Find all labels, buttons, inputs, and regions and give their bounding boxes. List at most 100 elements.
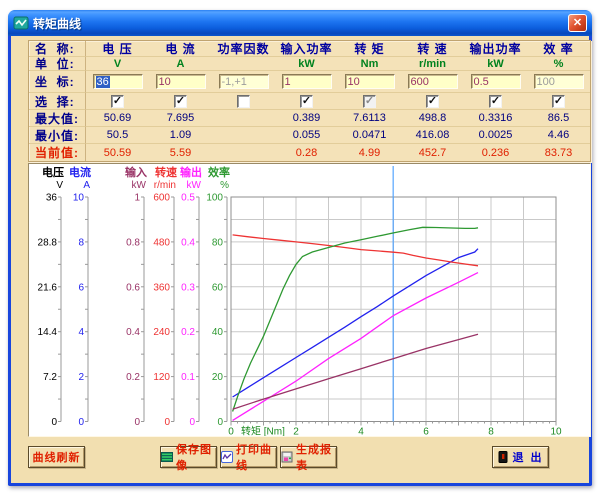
svg-text:8: 8 <box>488 427 494 437</box>
axis-name-5: 效率 <box>208 165 230 179</box>
save-image-button[interactable]: 保存图像 <box>160 446 217 468</box>
close-button[interactable]: ✕ <box>568 14 587 32</box>
svg-text:0.2: 0.2 <box>126 372 140 383</box>
row-label-current: 当前值: <box>29 144 86 161</box>
svg-text:0: 0 <box>164 417 170 428</box>
svg-text:2: 2 <box>293 427 299 437</box>
select-checkbox-3[interactable]: ✓ <box>300 95 313 108</box>
axis-name-4: 输出 <box>180 165 202 179</box>
min-value-1: 1.09 <box>149 127 212 144</box>
min-value-4: 0.0471 <box>338 127 401 144</box>
svg-text:360: 360 <box>153 282 170 293</box>
col-name-6: 输出功率 <box>464 41 527 57</box>
max-value-2 <box>212 110 275 127</box>
coord-input-0[interactable]: 36 <box>93 74 143 89</box>
svg-text:0: 0 <box>78 417 84 428</box>
svg-text:2: 2 <box>78 372 84 383</box>
svg-text:480: 480 <box>153 237 170 248</box>
svg-text:28.8: 28.8 <box>38 237 58 248</box>
min-value-3: 0.055 <box>275 127 338 144</box>
print-curve-button[interactable]: 打印曲线 <box>220 446 277 468</box>
coord-input-2: -1,+1 <box>219 74 269 89</box>
svg-text:6: 6 <box>423 427 429 437</box>
select-checkbox-1[interactable]: ✓ <box>174 95 187 108</box>
axis-unit-0: V <box>56 180 63 191</box>
max-value-1: 7.695 <box>149 110 212 127</box>
exit-icon <box>497 451 509 463</box>
row-label-select: 选 择: <box>29 93 86 110</box>
col-unit-0: V <box>86 57 149 71</box>
col-unit-5: r/min <box>401 57 464 71</box>
col-unit-7: % <box>527 57 590 71</box>
svg-text:4: 4 <box>78 327 84 338</box>
max-value-7: 86.5 <box>527 110 590 127</box>
generate-report-button[interactable]: 生成报表 <box>280 446 337 468</box>
select-checkbox-7[interactable]: ✓ <box>552 95 565 108</box>
svg-text:6: 6 <box>78 282 84 293</box>
torque-chart-svg: 电压V3628.821.614.47.20电流A1086420输入kW10.80… <box>29 164 590 436</box>
svg-text:8: 8 <box>78 237 84 248</box>
svg-text:0.5: 0.5 <box>181 193 195 204</box>
axis-name-0: 电压 <box>42 165 64 179</box>
current-value-5: 452.7 <box>401 144 464 161</box>
select-checkbox-0[interactable]: ✓ <box>111 95 124 108</box>
axis-unit-4: kW <box>187 180 202 191</box>
col-unit-4: Nm <box>338 57 401 71</box>
exit-button[interactable]: 退 出 <box>492 446 549 468</box>
coord-input-3[interactable]: 1 <box>282 74 332 89</box>
svg-text:0: 0 <box>51 417 57 428</box>
min-value-7: 4.46 <box>527 127 590 144</box>
svg-text:60: 60 <box>212 282 224 293</box>
row-label-unit: 单 位: <box>29 57 86 71</box>
svg-text:0.6: 0.6 <box>126 282 140 293</box>
axis-name-2: 输入 <box>125 165 147 179</box>
select-checkbox-6[interactable]: ✓ <box>489 95 502 108</box>
param-table: 名 称:电 压电 流功率因数输入功率转 矩转 速输出功率效 率单 位:VAkWN… <box>28 40 591 162</box>
current-value-1: 5.59 <box>149 144 212 161</box>
max-value-4: 7.6113 <box>338 110 401 127</box>
x-axis-label: 转矩 [Nm] <box>241 425 285 437</box>
chart-panel: 电压V3628.821.614.47.20电流A1086420输入kW10.80… <box>28 163 591 437</box>
svg-text:80: 80 <box>212 237 224 248</box>
svg-text:10: 10 <box>550 427 562 437</box>
min-value-5: 416.08 <box>401 127 464 144</box>
current-value-0: 50.59 <box>86 144 149 161</box>
svg-text:36: 36 <box>46 193 58 204</box>
svg-text:0.2: 0.2 <box>181 327 195 338</box>
svg-text:240: 240 <box>153 327 170 338</box>
svg-text:0.4: 0.4 <box>126 327 140 338</box>
max-value-6: 0.3316 <box>464 110 527 127</box>
axis-unit-2: kW <box>132 180 147 191</box>
coord-input-6[interactable]: 0.5 <box>471 74 521 89</box>
col-name-7: 效 率 <box>527 41 590 57</box>
curve-效率 <box>233 227 478 411</box>
col-name-0: 电 压 <box>86 41 149 57</box>
select-checkbox-2[interactable] <box>237 95 250 108</box>
col-unit-6: kW <box>464 57 527 71</box>
coord-input-5[interactable]: 600 <box>408 74 458 89</box>
max-value-3: 0.389 <box>275 110 338 127</box>
min-value-2 <box>212 127 275 144</box>
col-name-1: 电 流 <box>149 41 212 57</box>
current-value-2 <box>212 144 275 161</box>
svg-text:14.4: 14.4 <box>38 327 58 338</box>
dialog-body: 名 称:电 压电 流功率因数输入功率转 矩转 速输出功率效 率单 位:VAkWN… <box>11 36 589 483</box>
save-image-icon <box>161 451 173 463</box>
select-checkbox-5[interactable]: ✓ <box>426 95 439 108</box>
axis-unit-3: r/min <box>154 180 176 191</box>
col-name-5: 转 速 <box>401 41 464 57</box>
svg-text:7.2: 7.2 <box>43 372 57 383</box>
svg-text:0.1: 0.1 <box>181 372 195 383</box>
current-value-3: 0.28 <box>275 144 338 161</box>
axis-name-3: 转速 <box>155 165 177 179</box>
refresh-curve-button[interactable]: 曲线刷新 <box>28 446 85 468</box>
col-unit-3: kW <box>275 57 338 71</box>
svg-text:40: 40 <box>212 327 224 338</box>
generate-report-icon <box>281 451 293 463</box>
current-value-7: 83.73 <box>527 144 590 161</box>
svg-text:0: 0 <box>134 417 140 428</box>
coord-input-1[interactable]: 10 <box>156 74 206 89</box>
svg-text:4: 4 <box>358 427 364 437</box>
title-bar[interactable]: 转矩曲线 ✕ <box>8 10 592 36</box>
coord-input-4[interactable]: 10 <box>345 74 395 89</box>
